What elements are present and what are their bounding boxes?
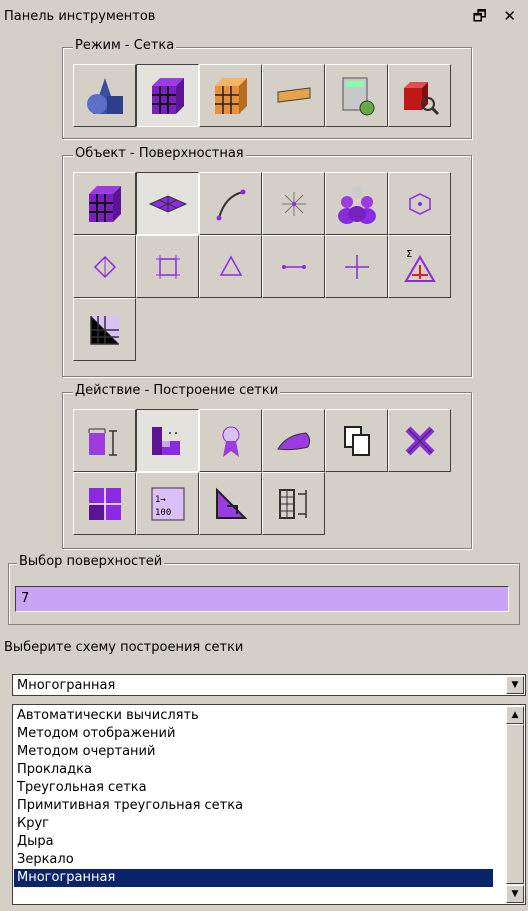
quality-icon [222, 426, 239, 457]
object-layer-button[interactable] [73, 298, 136, 361]
scheme-option[interactable]: Треугольная сетка [17, 779, 493, 797]
object-tri-button[interactable] [199, 235, 262, 298]
object-quad-button[interactable] [136, 235, 199, 298]
mesh-cube-icon [151, 77, 184, 114]
object-vertex-node-button[interactable] [73, 235, 136, 298]
object-volume-button[interactable] [73, 172, 136, 235]
scheme-dropdown[interactable]: Многогранная ▼ [12, 674, 526, 696]
action-transform-button[interactable] [199, 472, 262, 535]
object-info-button[interactable]: Σ [388, 235, 451, 298]
tri-element-icon [219, 254, 242, 276]
scheme-options-list[interactable]: Автоматически вычислять Методом отображе… [12, 704, 526, 905]
smooth-icon [276, 431, 310, 450]
object-group-legend: Объект - Поверхностная [73, 146, 246, 161]
svg-text:1→: 1→ [155, 495, 166, 505]
object-group: Объект - Поверхностная Σ [62, 146, 472, 377]
action-refine-button[interactable] [73, 472, 136, 535]
object-edge-button[interactable] [262, 235, 325, 298]
dropdown-arrow-button[interactable]: ▼ [506, 676, 524, 694]
scheme-option[interactable]: Методом очертаний [17, 743, 493, 761]
action-extrude-button[interactable] [262, 472, 325, 535]
window-controls[interactable]: 🗗 ✕ [473, 6, 522, 31]
object-group-button[interactable] [325, 172, 388, 235]
mode-group-legend: Режим - Сетка [73, 38, 177, 53]
scheme-option[interactable]: Методом отображений [17, 725, 493, 743]
boundary-condition-icon [277, 86, 310, 103]
action-quality-button[interactable] [199, 409, 262, 472]
mesh-build-icon [151, 426, 180, 455]
transform-icon [215, 487, 247, 519]
mode-geometry-button[interactable] [73, 64, 136, 127]
mode-mesh-button[interactable] [136, 64, 199, 127]
action-numbering-button[interactable]: 1→ 100 [136, 472, 199, 535]
svg-text:Σ: Σ [406, 249, 412, 260]
chevron-up-icon: ▲ [511, 710, 519, 720]
panel-titlebar: Панель инструментов 🗗 ✕ [0, 0, 528, 34]
vertex-node-icon [93, 255, 116, 278]
geometry-icon [86, 77, 123, 114]
scheme-selected-value: Многогранная [17, 678, 116, 693]
scheme-option[interactable]: Автоматически вычислять [17, 707, 493, 725]
action-mesh-build-button[interactable] [136, 409, 199, 472]
object-surface-button[interactable] [136, 172, 199, 235]
point-element-icon [344, 254, 369, 279]
refine-icon [88, 487, 121, 520]
mode-calculator-button[interactable] [325, 64, 388, 127]
scroll-up-button[interactable]: ▲ [506, 706, 524, 724]
point-icon [281, 191, 306, 216]
action-group: Действие - Построение сетки 1→ 100 [62, 383, 472, 549]
svg-text:100: 100 [155, 508, 171, 518]
object-point-button[interactable] [262, 172, 325, 235]
object-curve-button[interactable] [199, 172, 262, 235]
panel-title: Панель инструментов [4, 9, 156, 24]
results-icon [403, 81, 439, 115]
mesh-info-icon: Σ [403, 249, 436, 282]
scheme-option[interactable]: Зеркало [17, 851, 493, 869]
scroll-thumb[interactable] [506, 724, 524, 884]
scheme-option[interactable]: Примитивная треугольная сетка [17, 797, 493, 815]
mode-mesh-orange-button[interactable] [199, 64, 262, 127]
surface-select-legend: Выбор поверхностей [17, 554, 165, 569]
options-scrollbar[interactable]: ▲ ▼ [506, 706, 524, 903]
group-icon [337, 185, 376, 224]
mode-group: Режим - Сетка [62, 38, 472, 139]
object-point-element-button[interactable] [325, 235, 388, 298]
mesh-cube-orange-icon [214, 77, 247, 114]
curve-icon [216, 189, 245, 220]
scheme-option[interactable]: Круг [17, 815, 493, 833]
extrude-icon [278, 488, 307, 519]
scheme-option[interactable]: Прокладка [17, 761, 493, 779]
layer-icon [89, 315, 119, 345]
surface-mesh-icon [148, 194, 187, 213]
mode-results-button[interactable] [388, 64, 451, 127]
chevron-down-icon: ▼ [511, 889, 519, 899]
action-smooth-button[interactable] [262, 409, 325, 472]
object-node-button[interactable] [388, 172, 451, 235]
quad-element-icon [155, 254, 180, 279]
delete-icon [405, 426, 434, 455]
calculator-icon [342, 77, 374, 115]
scroll-down-button[interactable]: ▼ [506, 885, 524, 903]
scheme-label: Выберите схему построения сетки [4, 640, 244, 655]
action-group-legend: Действие - Построение сетки [73, 383, 281, 398]
surface-select-group: Выбор поверхностей 7 [8, 554, 520, 625]
volume-mesh-icon [88, 185, 121, 222]
edge-element-icon [281, 264, 306, 269]
action-mesh-vertical-button[interactable] [73, 409, 136, 472]
action-delete-button[interactable] [388, 409, 451, 472]
numbering-icon: 1→100 [151, 487, 184, 520]
scheme-option[interactable]: Дыра [17, 833, 493, 851]
scheme-option-selected[interactable]: Многогранная [14, 869, 493, 887]
chevron-down-icon: ▼ [511, 680, 519, 690]
copy-icon [343, 425, 370, 456]
mesh-vertical-icon [88, 428, 117, 456]
node-icon [408, 192, 431, 215]
surface-select-input[interactable]: 7 [15, 586, 509, 612]
mode-boundary-button[interactable] [262, 64, 325, 127]
action-copy-button[interactable] [325, 409, 388, 472]
